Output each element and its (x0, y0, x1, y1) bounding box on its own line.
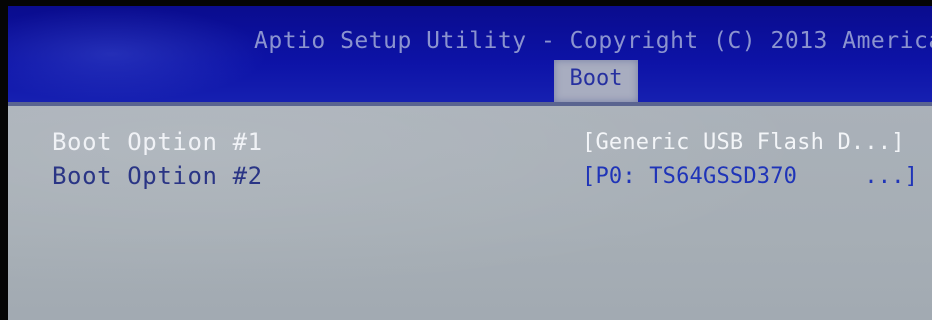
header-bar: Aptio Setup Utility - Copyright (C) 2013… (8, 6, 932, 102)
boot-option-1-row[interactable]: Boot Option #1 [Generic USB Flash D...] (8, 128, 932, 160)
boot-option-2-label: Boot Option #2 (52, 162, 263, 190)
screen-glare (8, 6, 268, 102)
bios-window: Aptio Setup Utility - Copyright (C) 2013… (8, 6, 932, 320)
tab-boot-label: Boot (569, 66, 623, 91)
boot-option-1-label: Boot Option #1 (52, 128, 263, 156)
tab-boot[interactable]: Boot (554, 60, 638, 102)
boot-option-1-value[interactable]: [Generic USB Flash D...] (582, 130, 905, 155)
boot-option-2-row[interactable]: Boot Option #2 [P0: TS64GSSD370 ...] (8, 162, 932, 194)
divider (8, 102, 932, 106)
bios-screen: Aptio Setup Utility - Copyright (C) 2013… (0, 0, 932, 320)
boot-option-2-value[interactable]: [P0: TS64GSSD370 ...] (582, 164, 918, 189)
utility-title: Aptio Setup Utility - Copyright (C) 2013… (254, 28, 932, 54)
boot-settings-panel: Boot Option #1 [Generic USB Flash D...] … (8, 102, 932, 320)
